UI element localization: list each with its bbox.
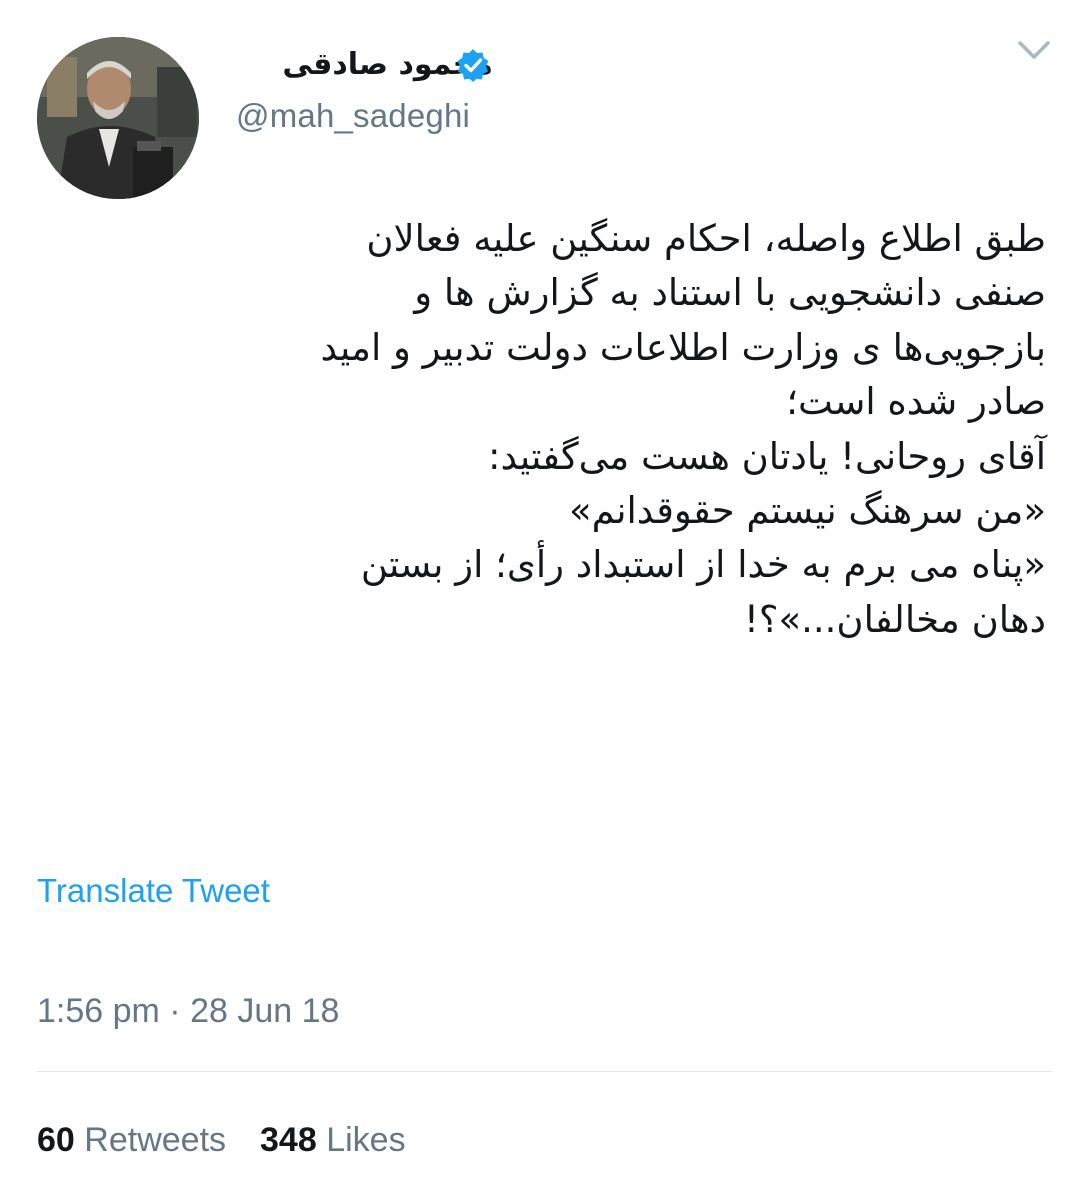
tweet-text-line: صادر شده است؛: [786, 380, 1046, 424]
author-handle[interactable]: @mah_sadeghi: [236, 97, 470, 135]
tweet-text-line: آقای روحانی! یادتان هست می‌گفتید:: [488, 434, 1046, 478]
retweets-count: 60: [37, 1121, 75, 1159]
likes-label: Likes: [326, 1121, 406, 1159]
tweet-text-line: بازجویی‌ها ی وزارت اطلاعات دولت تدبیر و …: [320, 325, 1046, 369]
chevron-down-icon[interactable]: [1014, 36, 1054, 66]
tweet-text-line: صنفی دانشجویی با استناد به گزارش ها و: [414, 271, 1046, 315]
divider: [37, 1071, 1052, 1072]
likes-stat[interactable]: 348 Likes: [260, 1121, 406, 1159]
avatar[interactable]: [37, 37, 199, 199]
tweet-text-line: «پناه می برم به خدا از استبداد رأی؛ از ب…: [360, 543, 1046, 587]
verified-badge-icon: [457, 49, 489, 82]
likes-count: 348: [260, 1121, 317, 1159]
tweet-text-line: دهان مخالفان...»؟!: [744, 597, 1046, 641]
retweets-stat[interactable]: 60 Retweets: [37, 1121, 226, 1159]
tweet-stats: 60 Retweets 348 Likes: [37, 1121, 406, 1160]
translate-tweet-link[interactable]: Translate Tweet: [37, 872, 270, 910]
tweet-timestamp[interactable]: 1:56 pm · 28 Jun 18: [37, 992, 339, 1031]
tweet-text-line: طبق اطلاع واصله، احکام سنگین علیه فعالان: [366, 217, 1046, 260]
retweets-label: Retweets: [84, 1121, 227, 1159]
profile-photo: [37, 37, 199, 199]
tweet-text-line: «من سرهنگ نیستم حقوقدانم»: [568, 489, 1046, 533]
tweet-text: طبق اطلاع واصله، احکام سنگین علیه فعالان…: [36, 212, 1046, 647]
tweet-card: محمود صادقی @mah_sadeghi طبق اطلاع واصله…: [0, 0, 1066, 1200]
